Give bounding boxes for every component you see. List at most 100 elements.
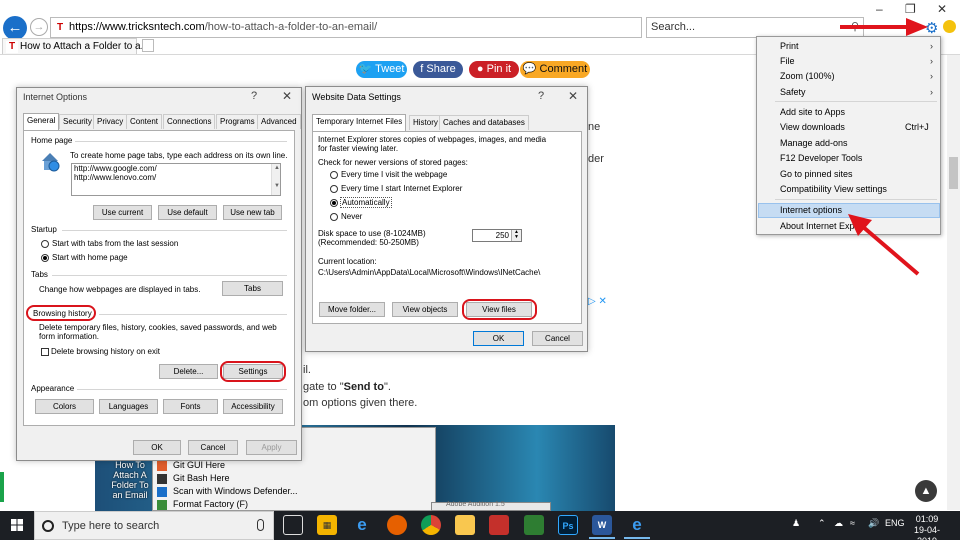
cancel-button[interactable]: Cancel [532,331,583,346]
file-explorer-icon[interactable] [455,515,475,535]
never-radio[interactable] [330,213,338,221]
tweet-button[interactable]: 🐦 Tweet [356,61,407,78]
ok-button[interactable]: OK [133,440,181,455]
delete-button[interactable]: Delete... [159,364,218,379]
tab-security[interactable]: Security [59,114,96,129]
colors-button[interactable]: Colors [35,399,94,414]
tab-history[interactable]: History [409,115,442,130]
task-view-icon[interactable] [283,515,303,535]
clock-date: 19-04-2019 [913,525,940,540]
tab-caches-databases[interactable]: Caches and databases [439,115,529,130]
menu-item-pinned-sites[interactable]: Go to pinned sites [780,169,853,179]
minimize-button[interactable]: – [876,2,883,16]
view-objects-button[interactable]: View objects [392,302,458,317]
feedback-tab[interactable] [0,472,4,502]
every-start-radio[interactable] [330,185,338,193]
automatically-radio[interactable] [330,199,338,207]
move-folder-button[interactable]: Move folder... [319,302,385,317]
textarea-scrollbar[interactable]: ▲ ▼ [271,164,280,195]
chrome-icon[interactable] [421,515,441,535]
help-icon[interactable]: ? [251,90,257,102]
fonts-button[interactable]: Fonts [163,399,218,414]
close-icon[interactable]: ✕ [282,89,292,103]
stepper-arrows-icon[interactable]: ▲ ▼ [511,230,521,241]
menu-item-f12-dev-tools[interactable]: F12 Developer Tools [780,153,862,163]
edge-icon[interactable]: e [352,515,372,535]
menu-item-compat-view[interactable]: Compatibility View settings [780,184,887,194]
forward-button[interactable]: → [30,18,48,36]
every-start-label: Every time I start Internet Explorer [341,184,463,193]
pin-it-button[interactable]: ● Pin it [469,61,519,78]
menu-item-view-downloads[interactable]: View downloads [780,122,845,132]
back-button[interactable]: ← [3,16,27,40]
system-clock[interactable]: 01:09 19-04-2019 [904,514,950,540]
windows-start-icon[interactable] [0,511,34,540]
delete-on-exit-checkbox[interactable] [41,348,49,356]
tab-programs[interactable]: Programs [216,114,259,129]
startup-label: Startup [31,225,57,234]
store-icon[interactable]: ▦ [317,515,337,535]
feedback-smiley-icon[interactable] [943,20,956,33]
close-icon[interactable]: ✕ [568,89,578,103]
ad-marker[interactable]: ▷ ✕ [588,296,607,307]
apply-button[interactable]: Apply [246,440,297,455]
menu-item-manage-addons[interactable]: Manage add-ons [780,138,848,148]
format-factory-icon [157,500,167,510]
help-icon[interactable]: ? [538,90,544,102]
browser-tab[interactable]: T How to Attach a Folder to a... [2,38,149,54]
cancel-button[interactable]: Cancel [188,440,238,455]
tab-advanced[interactable]: Advanced [257,114,301,129]
new-tab-button[interactable] [142,39,154,52]
tab-general[interactable]: General [23,113,60,130]
tab-connections[interactable]: Connections [163,114,216,129]
address-bar[interactable]: T https://www.tricksntech.com/how-to-att… [50,17,642,38]
home-page-urls-textarea[interactable]: http://www.google.com/ http://www.lenovo… [71,163,281,196]
startup-last-session-radio[interactable] [41,240,49,248]
people-icon[interactable]: ♟ [792,518,800,529]
volume-icon[interactable]: 🔊 [868,518,879,529]
scroll-to-top-button[interactable]: ▲ [915,480,937,502]
ok-button[interactable]: OK [473,331,524,346]
accessibility-button[interactable]: Accessibility [223,399,283,414]
home-url: http://www.google.com/ [74,164,157,173]
taskbar-search-input[interactable]: Type here to search [34,511,274,540]
menu-item-file[interactable]: File [780,56,795,66]
git-icon [157,461,167,471]
comment-button[interactable]: 💬 Comment [520,61,590,78]
automatically-label: Automatically [340,197,392,208]
restore-button[interactable]: ❐ [905,2,916,16]
wifi-icon[interactable]: ≈ [850,518,855,528]
share-button[interactable]: f Share [413,61,463,78]
network-icon[interactable]: ☁ [834,518,843,529]
image-viewer-icon[interactable] [524,515,544,535]
tab-privacy[interactable]: Privacy [93,114,128,129]
use-default-button[interactable]: Use default [158,205,217,220]
use-current-button[interactable]: Use current [93,205,152,220]
disk-space-stepper[interactable]: 250 ▲ ▼ [472,229,522,242]
close-button[interactable]: ✕ [937,2,947,16]
search-input[interactable]: Search... ⚲ [646,17,864,38]
every-visit-radio[interactable] [330,171,338,179]
page-scrollbar[interactable] [947,55,960,510]
menu-item-print[interactable]: Print [780,41,799,51]
firefox-icon[interactable] [387,515,407,535]
internet-explorer-icon[interactable]: e [627,515,647,535]
menu-item-add-site-to-apps[interactable]: Add site to Apps [780,107,845,117]
startup-home-page-radio[interactable] [41,254,49,262]
tab-temporary-internet-files[interactable]: Temporary Internet Files [312,114,407,131]
languages-button[interactable]: Languages [99,399,158,414]
chevron-up-icon[interactable]: ⌃ [818,518,826,529]
media-app-icon[interactable] [489,515,509,535]
menu-item-zoom[interactable]: Zoom (100%) [780,71,835,81]
menu-item-internet-options[interactable]: Internet options [780,205,842,215]
menu-item-safety[interactable]: Safety [780,87,806,97]
word-icon[interactable]: W [592,515,612,535]
tab-content[interactable]: Content [126,114,163,129]
use-new-tab-button[interactable]: Use new tab [223,205,282,220]
microphone-icon[interactable] [257,519,264,531]
language-indicator[interactable]: ENG [885,518,905,528]
tabs-button[interactable]: Tabs [222,281,283,296]
photoshop-icon[interactable]: Ps [558,515,578,535]
scrollbar-thumb[interactable] [949,157,958,189]
desktop-folder-icon: How To Attach A Folder To an Email [111,460,149,500]
